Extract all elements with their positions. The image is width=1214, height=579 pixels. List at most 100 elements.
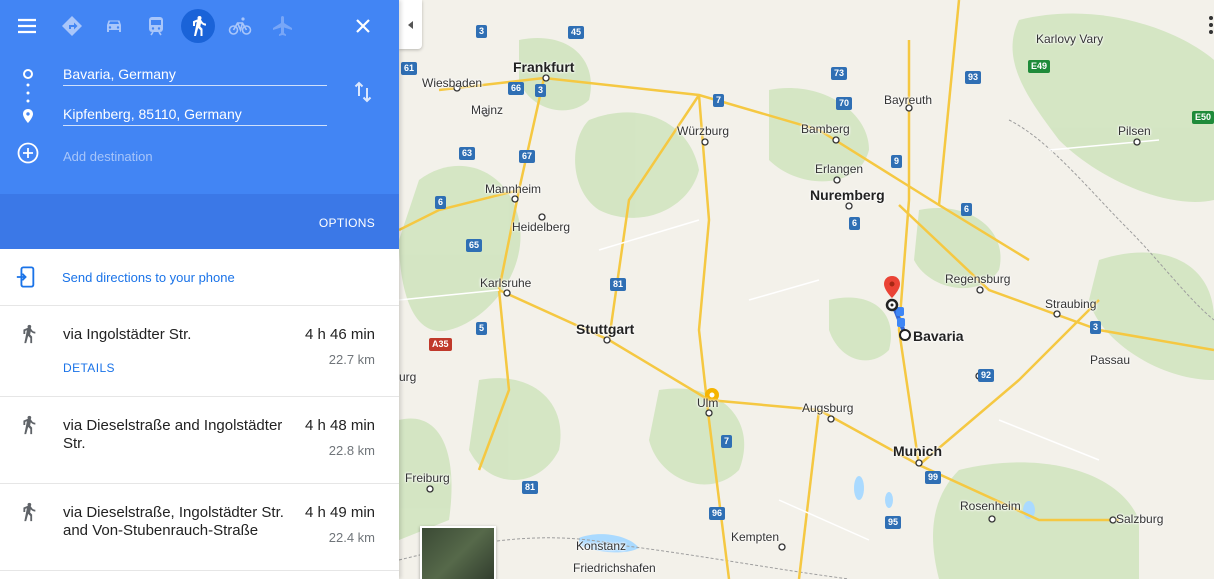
map-label-pilsen: Pilsen	[1118, 124, 1151, 138]
road-shield: 3	[476, 25, 488, 38]
route-option[interactable]: via Ingolstädter Str. 4 h 46 min 22.7 km…	[0, 306, 399, 397]
road-shield: E49	[1028, 60, 1051, 73]
map-label-kempten: Kempten	[731, 530, 780, 544]
map-label-heidelberg: Heidelberg	[512, 220, 571, 234]
road-shield: 93	[965, 71, 982, 84]
mode-driving-button[interactable]	[97, 9, 131, 43]
directions-header	[0, 0, 399, 194]
road-shield: 70	[836, 97, 853, 110]
more-options-icon[interactable]	[1208, 14, 1214, 36]
road-shield: 92	[978, 369, 995, 382]
close-directions-button[interactable]	[346, 9, 380, 43]
road-shield: 99	[925, 471, 942, 484]
map-label-friedrichshafen: Friedrichshafen	[573, 561, 656, 575]
directions-panel: OPTIONS Send directions to your phone vi…	[0, 0, 399, 579]
airplane-icon	[273, 16, 292, 36]
road-shield: 45	[568, 26, 585, 39]
mode-best-route-button[interactable]	[55, 9, 89, 43]
road-shield: 67	[519, 150, 536, 163]
road-shield: 6	[849, 217, 861, 230]
map-label-konstanz: Konstanz	[576, 539, 627, 553]
add-destination-input[interactable]	[63, 144, 327, 168]
walk-icon	[193, 16, 206, 36]
map-canvas[interactable]: Frankfurt Wiesbaden Mainz Würzburg Bambe…	[399, 0, 1214, 579]
road-shield: 61	[401, 62, 418, 75]
destination-pin-icon	[23, 109, 33, 123]
map-label-stuttgart: Stuttgart	[576, 321, 635, 337]
walk-icon	[23, 415, 36, 435]
route-name: via Dieselstraße and Ingolstädter Str.	[63, 417, 283, 452]
waypoint-markers	[23, 69, 33, 123]
close-icon	[356, 19, 370, 33]
walk-icon	[23, 502, 36, 522]
map-label-straubing: Straubing	[1045, 297, 1097, 311]
map-label-karlovy-vary: Karlovy Vary	[1036, 32, 1104, 46]
train-icon	[149, 17, 163, 36]
road-shield: 65	[466, 239, 483, 252]
route-name: via Dieselstraße, Ingolstädter Str. and …	[63, 504, 284, 539]
route-duration: 4 h 48 min	[304, 417, 375, 434]
map-label-erlangen: Erlangen	[815, 162, 864, 176]
map-label-nuremberg: Nuremberg	[810, 187, 885, 203]
road-shield: 5	[476, 322, 488, 335]
map-label-regensburg: Regensburg	[945, 272, 1011, 286]
origin-circle-icon	[23, 69, 33, 79]
mode-walking-button[interactable]	[181, 9, 215, 43]
road-shield: 96	[709, 507, 726, 520]
walk-icon	[23, 324, 36, 344]
send-to-phone-link[interactable]: Send directions to your phone	[62, 270, 235, 285]
road-shield: 66	[508, 82, 525, 95]
collapse-panel-button[interactable]	[399, 0, 422, 49]
route-marker-b	[897, 318, 905, 327]
options-bar: OPTIONS	[0, 194, 399, 249]
route-name: via Ingolstädter Str.	[63, 326, 192, 343]
map-label-freiburg: Freiburg	[405, 471, 450, 485]
map-label-mannheim: Mannheim	[485, 182, 542, 196]
origin-marker-icon	[899, 329, 911, 341]
map-label-bamberg: Bamberg	[801, 122, 850, 136]
map-label-bayreuth: Bayreuth	[884, 93, 933, 107]
map-label-bavaria: Bavaria	[913, 328, 964, 344]
map-label-partial: urg	[399, 370, 417, 384]
options-button[interactable]: OPTIONS	[319, 216, 375, 230]
road-shield: 3	[535, 84, 547, 97]
route-option[interactable]: via Dieselstraße and Ingolstädter Str. 4…	[0, 397, 399, 484]
road-shield: E50	[1192, 111, 1214, 124]
road-shield: 63	[459, 147, 476, 160]
directions-icon	[62, 16, 82, 36]
mode-cycling-button[interactable]	[223, 9, 257, 43]
route-distance: 22.4 km	[328, 530, 375, 545]
road-shield: 7	[713, 94, 725, 107]
add-destination-icon[interactable]	[16, 141, 40, 165]
map-label-wiesbaden: Wiesbaden	[422, 76, 483, 90]
road-shield: 73	[831, 67, 848, 80]
road-shield: 6	[435, 196, 447, 209]
map-label-mainz: Mainz	[471, 103, 504, 117]
road-shield: 6	[961, 203, 973, 216]
map-label-passau: Passau	[1090, 353, 1131, 367]
satellite-layer-toggle[interactable]	[420, 526, 496, 579]
road-shield: 81	[522, 481, 539, 494]
send-to-device-icon	[16, 266, 35, 288]
destination-input[interactable]	[63, 102, 327, 126]
map-label-ulm: Ulm	[697, 396, 719, 410]
map-label-munich: Munich	[893, 443, 942, 459]
mode-flights-button[interactable]	[266, 9, 300, 43]
route-duration: 4 h 49 min	[304, 504, 375, 521]
mode-transit-button[interactable]	[139, 9, 173, 43]
swap-waypoints-button[interactable]	[346, 75, 380, 109]
origin-input[interactable]	[63, 62, 327, 86]
send-to-phone-row[interactable]: Send directions to your phone	[0, 249, 399, 306]
bicycle-icon	[228, 17, 252, 35]
car-icon	[107, 20, 121, 32]
road-shield: 7	[721, 435, 733, 448]
map-label-frankfurt: Frankfurt	[513, 59, 575, 75]
route-distance: 22.8 km	[328, 443, 375, 458]
road-shield: 81	[610, 278, 627, 291]
map-label-rosenheim: Rosenheim	[960, 499, 1021, 513]
route-option[interactable]: via Dieselstraße, Ingolstädter Str. and …	[0, 484, 399, 571]
menu-button[interactable]	[10, 9, 44, 43]
map-label-wurzburg: Würzburg	[677, 124, 730, 138]
route-details-button[interactable]: DETAILS	[63, 361, 115, 375]
route-duration: 4 h 46 min	[304, 326, 375, 343]
